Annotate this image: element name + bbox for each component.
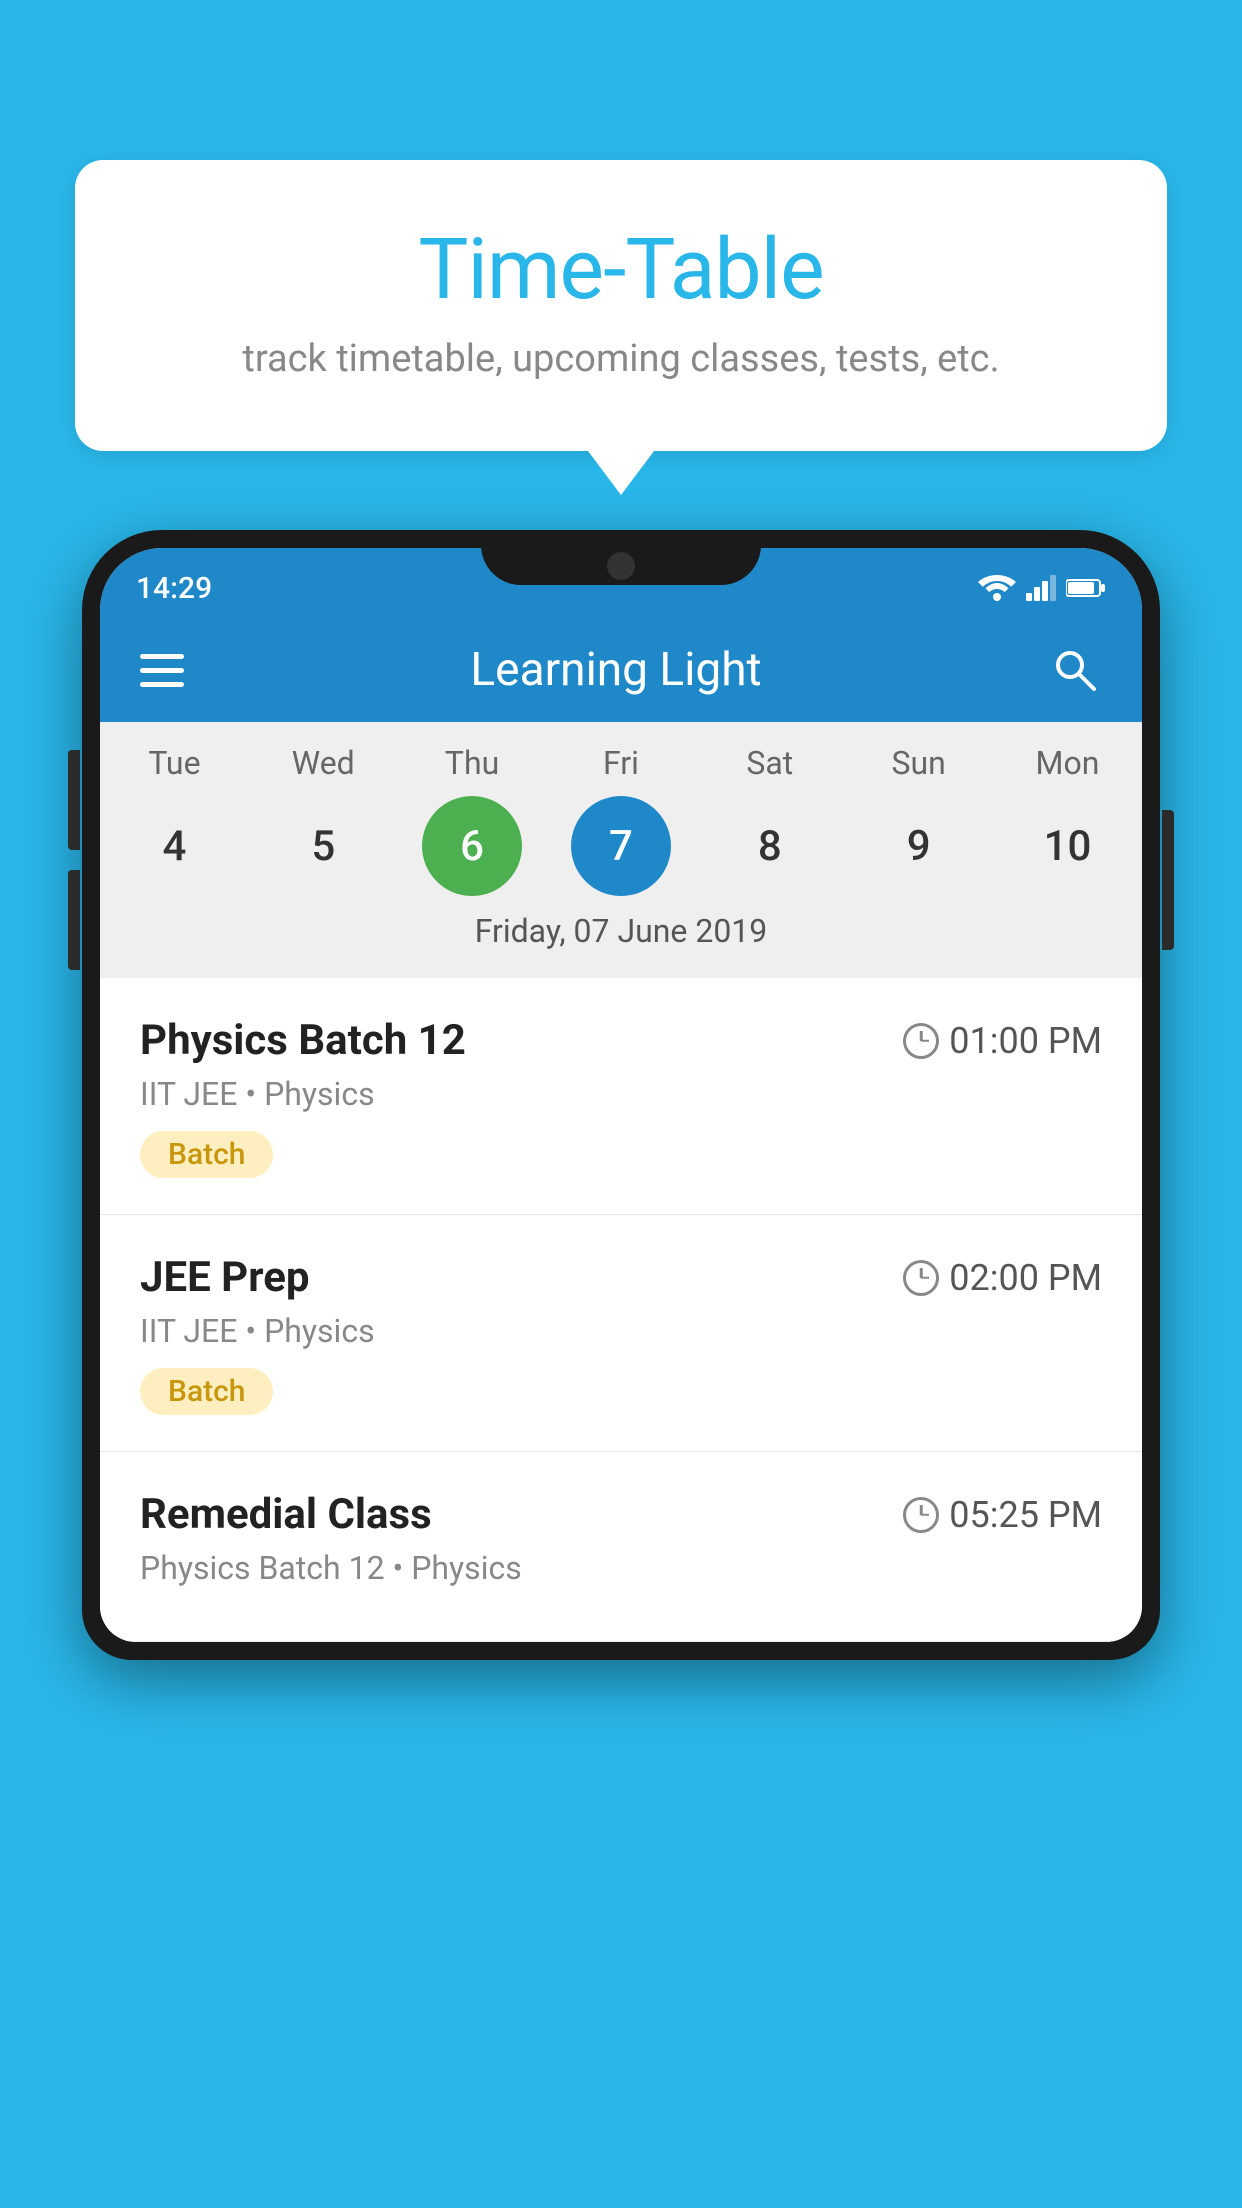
phone-wrapper: 14:29 — [82, 530, 1160, 2208]
class-item-remedial[interactable]: Remedial Class 05:25 PM Physics Batch 12… — [100, 1452, 1142, 1642]
phone-outer: 14:29 — [82, 530, 1160, 1660]
class-name-2: JEE Prep — [140, 1253, 310, 1302]
class-meta-3: Physics Batch 12 • Physics — [140, 1549, 1102, 1587]
clock-icon-2 — [903, 1260, 939, 1296]
class-time-label-3: 05:25 PM — [949, 1494, 1102, 1536]
phone-screen: 14:29 — [100, 548, 1142, 1642]
date-5[interactable]: 5 — [273, 796, 373, 896]
dates-row: 4 5 6 7 8 9 10 — [100, 796, 1142, 896]
class-header-1: Physics Batch 12 01:00 PM — [140, 1016, 1102, 1065]
clock-icon-3 — [903, 1497, 939, 1533]
tooltip-subtitle: track timetable, upcoming classes, tests… — [125, 337, 1117, 381]
date-7-selected[interactable]: 7 — [571, 796, 671, 896]
day-label-sun: Sun — [859, 744, 979, 782]
camera-dot — [607, 552, 635, 580]
search-button[interactable] — [1048, 643, 1102, 697]
batch-badge-2: Batch — [140, 1368, 273, 1415]
side-button-left-bottom — [68, 870, 80, 970]
class-header-3: Remedial Class 05:25 PM — [140, 1490, 1102, 1539]
class-time-1: 01:00 PM — [903, 1020, 1102, 1062]
class-name-1: Physics Batch 12 — [140, 1016, 466, 1065]
app-title: Learning Light — [470, 643, 761, 697]
days-row: Tue Wed Thu Fri Sat Sun Mon — [100, 744, 1142, 782]
day-label-tue: Tue — [114, 744, 234, 782]
side-button-left-top — [68, 750, 80, 850]
status-time: 14:29 — [136, 571, 212, 606]
class-header-2: JEE Prep 02:00 PM — [140, 1253, 1102, 1302]
class-list: Physics Batch 12 01:00 PM IIT JEE • Phys… — [100, 978, 1142, 1642]
app-header: Learning Light — [100, 618, 1142, 722]
class-time-3: 05:25 PM — [903, 1494, 1102, 1536]
signal-icon — [1026, 575, 1056, 601]
day-label-thu: Thu — [412, 744, 532, 782]
class-time-label-1: 01:00 PM — [949, 1020, 1102, 1062]
class-meta-1: IIT JEE • Physics — [140, 1075, 1102, 1113]
date-6-today[interactable]: 6 — [422, 796, 522, 896]
tooltip-card: Time-Table track timetable, upcoming cla… — [75, 160, 1167, 451]
class-item-physics-batch-12[interactable]: Physics Batch 12 01:00 PM IIT JEE • Phys… — [100, 978, 1142, 1215]
side-button-right — [1162, 810, 1174, 950]
search-icon — [1052, 647, 1098, 693]
day-label-wed: Wed — [263, 744, 383, 782]
status-icons — [978, 575, 1106, 601]
calendar-strip: Tue Wed Thu Fri Sat Sun Mon 4 5 6 7 8 9 … — [100, 722, 1142, 978]
class-time-2: 02:00 PM — [903, 1257, 1102, 1299]
date-9[interactable]: 9 — [869, 796, 969, 896]
wifi-icon — [978, 575, 1016, 601]
day-label-sat: Sat — [710, 744, 830, 782]
clock-icon-1 — [903, 1023, 939, 1059]
date-8[interactable]: 8 — [720, 796, 820, 896]
class-item-jee-prep[interactable]: JEE Prep 02:00 PM IIT JEE • Physics Batc… — [100, 1215, 1142, 1452]
day-label-mon: Mon — [1007, 744, 1127, 782]
batch-badge-1: Batch — [140, 1131, 273, 1178]
battery-icon — [1066, 577, 1106, 599]
hamburger-menu-icon[interactable] — [140, 654, 184, 687]
class-meta-2: IIT JEE • Physics — [140, 1312, 1102, 1350]
tooltip-title: Time-Table — [125, 220, 1117, 319]
date-10[interactable]: 10 — [1017, 796, 1117, 896]
selected-date-label: Friday, 07 June 2019 — [100, 912, 1142, 968]
date-4[interactable]: 4 — [124, 796, 224, 896]
day-label-fri: Fri — [561, 744, 681, 782]
class-time-label-2: 02:00 PM — [949, 1257, 1102, 1299]
class-name-3: Remedial Class — [140, 1490, 432, 1539]
